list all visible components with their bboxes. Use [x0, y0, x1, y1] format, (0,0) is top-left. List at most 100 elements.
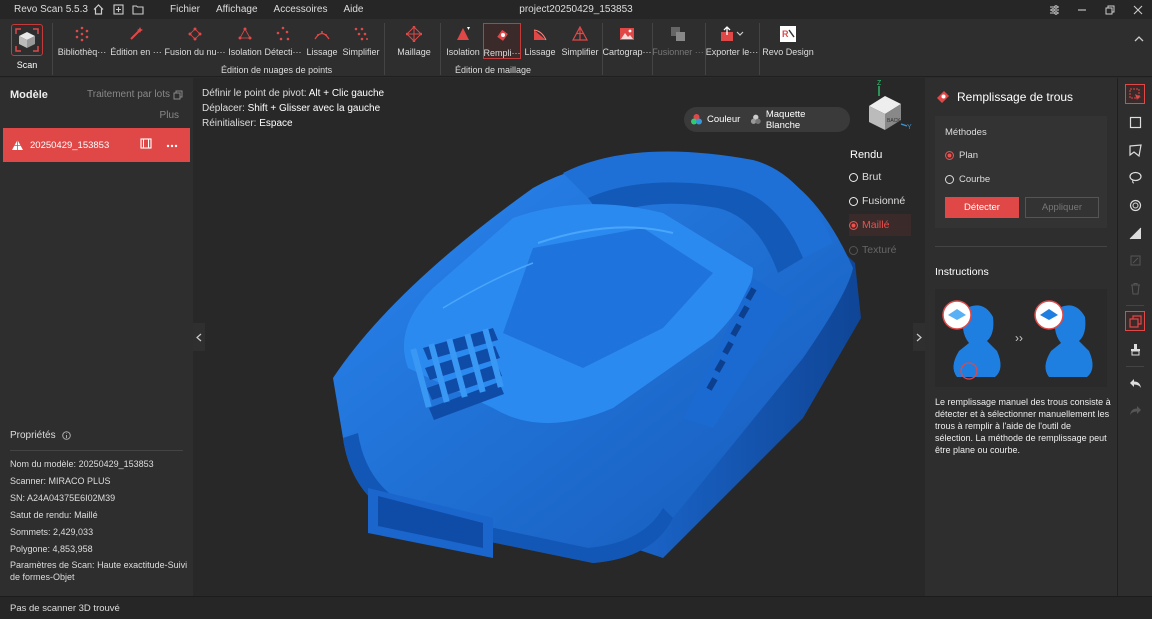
mesh-simplify-tool[interactable]: Simplifier — [560, 23, 600, 59]
white-model-button[interactable]: Maquette Blanche — [750, 109, 834, 131]
render-option-textured[interactable]: Texturé — [849, 239, 911, 261]
settings-sliders-icon[interactable] — [1040, 0, 1068, 19]
apply-button[interactable]: Appliquer — [1025, 197, 1099, 218]
polygon-select-icon[interactable] — [1125, 140, 1145, 160]
3d-viewport[interactable]: Définir le point de pivot: Alt + Clic ga… — [193, 78, 925, 596]
render-option-fused[interactable]: Fusionné — [849, 190, 911, 212]
export-tool[interactable]: Exporter le··· — [706, 23, 758, 59]
property-sn: SN: A24A04375E6I02M39 — [10, 493, 116, 503]
selection-tool-strip — [1117, 78, 1152, 596]
clear-selection-icon[interactable] — [1125, 250, 1145, 270]
merge-icon — [669, 25, 687, 43]
model-list-item[interactable]: 20250429_153853 — [3, 128, 190, 162]
method-curve-radio[interactable]: Courbe — [945, 174, 990, 185]
library-label: Bibliothèq··· — [57, 47, 107, 57]
detect-tool[interactable]: Détecti··· — [264, 23, 302, 59]
hole-filling-icon — [493, 26, 511, 44]
restore-icon[interactable] — [1096, 0, 1124, 19]
home-icon[interactable] — [88, 0, 108, 19]
menu-aide[interactable]: Aide — [343, 4, 363, 15]
edit-tool[interactable]: Édition en ··· — [110, 23, 162, 59]
hole-filling-panel: Remplissage de trous Méthodes Plan Courb… — [925, 78, 1117, 596]
export-icon — [719, 25, 745, 43]
methods-label: Méthodes — [945, 127, 987, 138]
mesh-isolation-icon — [454, 25, 472, 43]
pc-isolation-tool[interactable]: Isolation — [228, 23, 262, 59]
color-mode-button[interactable]: Couleur — [690, 113, 740, 126]
merge-label: Fusionner ··· — [652, 47, 704, 57]
rectangle-select-icon[interactable] — [1125, 112, 1145, 132]
info-icon[interactable] — [61, 431, 71, 440]
new-project-icon[interactable] — [108, 0, 128, 19]
toolbar-separator — [440, 23, 441, 75]
mesh-model-icon — [12, 140, 23, 150]
minimize-icon[interactable] — [1068, 0, 1096, 19]
brush-tool-icon[interactable] — [1125, 339, 1145, 359]
pointer-select-icon[interactable] — [1125, 84, 1145, 104]
pc-smoothing-label: Lissage — [306, 47, 338, 57]
delete-icon[interactable] — [1125, 278, 1145, 298]
cube-face-label: BACK — [887, 118, 901, 124]
menu-affichage[interactable]: Affichage — [216, 4, 258, 15]
detect-icon — [274, 25, 292, 43]
close-icon[interactable] — [1124, 0, 1152, 19]
status-bar: Pas de scanner 3D trouvé — [0, 596, 1152, 619]
brush-select-icon[interactable] — [1125, 195, 1145, 215]
collapse-right-panel-button[interactable] — [913, 323, 925, 351]
more-button[interactable]: Plus — [160, 110, 179, 121]
pc-simplify-tool[interactable]: Simplifier — [341, 23, 381, 59]
film-icon[interactable] — [140, 138, 152, 152]
point-cloud-group-label: Édition de nuages de points — [221, 65, 333, 75]
collapse-toolbar-icon[interactable] — [1134, 35, 1144, 46]
lasso-select-icon[interactable] — [1125, 167, 1145, 187]
open-folder-icon[interactable] — [128, 0, 148, 19]
scan-button[interactable]: Scan — [8, 24, 46, 74]
batch-processing-button[interactable]: Traitement par lots — [87, 89, 183, 100]
orientation-cube[interactable]: Z Y BACK — [861, 78, 917, 134]
undo-icon[interactable] — [1125, 373, 1145, 393]
render-option-meshed[interactable]: Maillé — [849, 214, 911, 236]
properties-divider — [10, 450, 183, 451]
smoothing-icon — [313, 25, 331, 43]
app-title: Revo Scan 5.5.3 — [14, 4, 88, 15]
render-option-raw[interactable]: Brut — [849, 166, 911, 188]
library-tool[interactable]: Bibliothèq··· — [57, 23, 107, 59]
menu-accessoires[interactable]: Accessoires — [274, 4, 328, 15]
texture-mapping-icon — [618, 25, 636, 43]
batch-processing-label: Traitement par lots — [87, 89, 170, 100]
point-fusion-tool[interactable]: Fusion du nu··· — [164, 23, 226, 59]
detect-button[interactable]: Détecter — [945, 197, 1019, 218]
reset-hint: Réinitialiser: Espace — [202, 118, 293, 129]
more-options-icon[interactable] — [166, 139, 178, 151]
revo-design-tool[interactable]: R Revo Design — [762, 23, 814, 59]
edit-label: Édition en ··· — [110, 47, 162, 57]
revo-design-icon: R — [779, 25, 797, 43]
hole-filling-title-icon — [937, 91, 949, 103]
toolbar: Scan Bibliothèq··· Édition en ··· Fusion… — [0, 19, 1152, 77]
mesh-smoothing-tool[interactable]: Lissage — [524, 23, 556, 59]
3d-model[interactable] — [193, 78, 925, 596]
toolbar-separator — [759, 23, 760, 75]
meshing-tool[interactable]: Maillage — [395, 23, 433, 59]
hole-filling-tool[interactable]: Rempli··· — [483, 23, 521, 59]
properties-title: Propriétés — [10, 430, 71, 441]
window-controls — [1040, 0, 1152, 19]
plane-select-icon[interactable] — [1125, 223, 1145, 243]
detect-label: Détecti··· — [264, 47, 302, 57]
scan-label: Scan — [16, 60, 38, 70]
model-panel-title: Modèle — [10, 89, 48, 101]
property-scanner: Scanner: MIRACO PLUS — [10, 476, 111, 486]
mesh-isolation-tool[interactable]: Isolation — [446, 23, 480, 59]
property-scan-params: Paramètres de Scan: Haute exactitude-Sui… — [10, 560, 188, 582]
texture-mapping-tool[interactable]: Cartograp··· — [603, 23, 652, 59]
hole-filling-title: Remplissage de trous — [935, 89, 1073, 105]
pc-smoothing-tool[interactable]: Lissage — [306, 23, 338, 59]
methods-box: Méthodes Plan Courbe Détecter Appliquer — [935, 116, 1107, 228]
collapse-left-panel-button[interactable] — [193, 323, 205, 351]
invert-selection-icon[interactable] — [1125, 311, 1145, 331]
menu-fichier[interactable]: Fichier — [170, 4, 200, 15]
method-plane-radio[interactable]: Plan — [945, 150, 978, 161]
redo-icon[interactable] — [1125, 400, 1145, 420]
bust-illustration: ›› — [942, 300, 1093, 380]
merge-tool[interactable]: Fusionner ··· — [652, 23, 704, 59]
